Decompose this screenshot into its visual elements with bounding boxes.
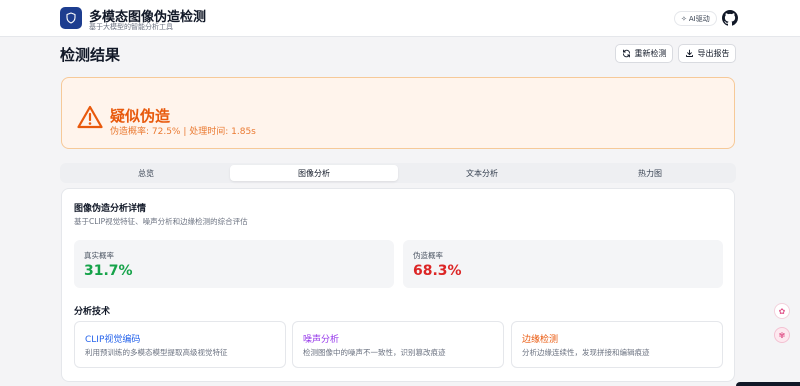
technique-card-noise: 噪声分析 检测图像中的噪声不一致性，识别篡改痕迹 (292, 321, 504, 368)
technique-card-clip: CLIP视觉编码 利用预训练的多模态模型提取高级视觉特征 (74, 321, 286, 368)
download-icon (685, 49, 693, 57)
github-icon[interactable] (722, 10, 738, 26)
technique-desc: 分析边缘连续性，发现拼接和编辑痕迹 (522, 348, 650, 357)
alert-detail: 伪造概率: 72.5% | 处理时间: 1.85s (110, 127, 256, 137)
analysis-title: 图像伪造分析详情 (74, 204, 147, 214)
real-probability-label: 真实概率 (84, 251, 114, 260)
technique-desc: 检测图像中的噪声不一致性，识别篡改痕迹 (303, 348, 446, 357)
app-subtitle: 基于大模型的智能分析工具 (89, 23, 173, 31)
export-label: 导出报告 (697, 49, 730, 58)
redetect-button[interactable]: 重新检测 (615, 44, 673, 63)
alert-title: 疑似伪造 (110, 107, 171, 125)
page-title: 检测结果 (60, 46, 121, 64)
refresh-icon (622, 49, 630, 58)
warning-icon (77, 105, 103, 129)
sparkle-icon: ✧ (681, 14, 687, 23)
technique-name: CLIP视觉编码 (85, 335, 141, 345)
fake-probability-stat: 伪造概率 68.3% (403, 240, 723, 288)
result-tabs: 总览 图像分析 文本分析 热力图 (60, 163, 736, 183)
tab-overview[interactable]: 总览 (62, 165, 230, 181)
analysis-description: 基于CLIP视觉特征、噪声分析和边缘检测的综合评估 (74, 217, 248, 226)
technique-name: 边缘检测 (522, 335, 559, 345)
tab-heatmap[interactable]: 热力图 (566, 165, 734, 181)
ai-badge-label: AI驱动 (688, 14, 710, 23)
ai-badge: ✧ AI驱动 (674, 11, 717, 26)
real-probability-value: 31.7% (84, 263, 133, 279)
assistant-fab-icon[interactable]: ✾ (774, 327, 790, 343)
shield-icon (66, 12, 76, 24)
app-header: 多模态图像伪造检测 基于大模型的智能分析工具 ✧ AI驱动 (0, 0, 800, 37)
app-logo (60, 7, 82, 29)
fake-probability-value: 68.3% (413, 263, 462, 279)
fake-probability-label: 伪造概率 (413, 251, 443, 260)
tab-image-analysis[interactable]: 图像分析 (230, 165, 398, 181)
result-alert: 疑似伪造 伪造概率: 72.5% | 处理时间: 1.85s (61, 77, 735, 149)
image-analysis-card: 图像伪造分析详情 基于CLIP视觉特征、噪声分析和边缘检测的综合评估 真实概率 … (61, 188, 735, 382)
tab-text-analysis[interactable]: 文本分析 (398, 165, 566, 181)
bottom-corner-bar (736, 382, 800, 386)
techniques-heading: 分析技术 (74, 307, 111, 317)
real-probability-stat: 真实概率 31.7% (74, 240, 394, 288)
redetect-label: 重新检测 (634, 49, 667, 58)
translate-fab-icon[interactable]: ✿ (774, 303, 790, 319)
export-report-button[interactable]: 导出报告 (678, 44, 736, 63)
technique-card-edge: 边缘检测 分析边缘连续性，发现拼接和编辑痕迹 (511, 321, 723, 368)
technique-desc: 利用预训练的多模态模型提取高级视觉特征 (85, 348, 228, 357)
technique-name: 噪声分析 (303, 335, 340, 345)
